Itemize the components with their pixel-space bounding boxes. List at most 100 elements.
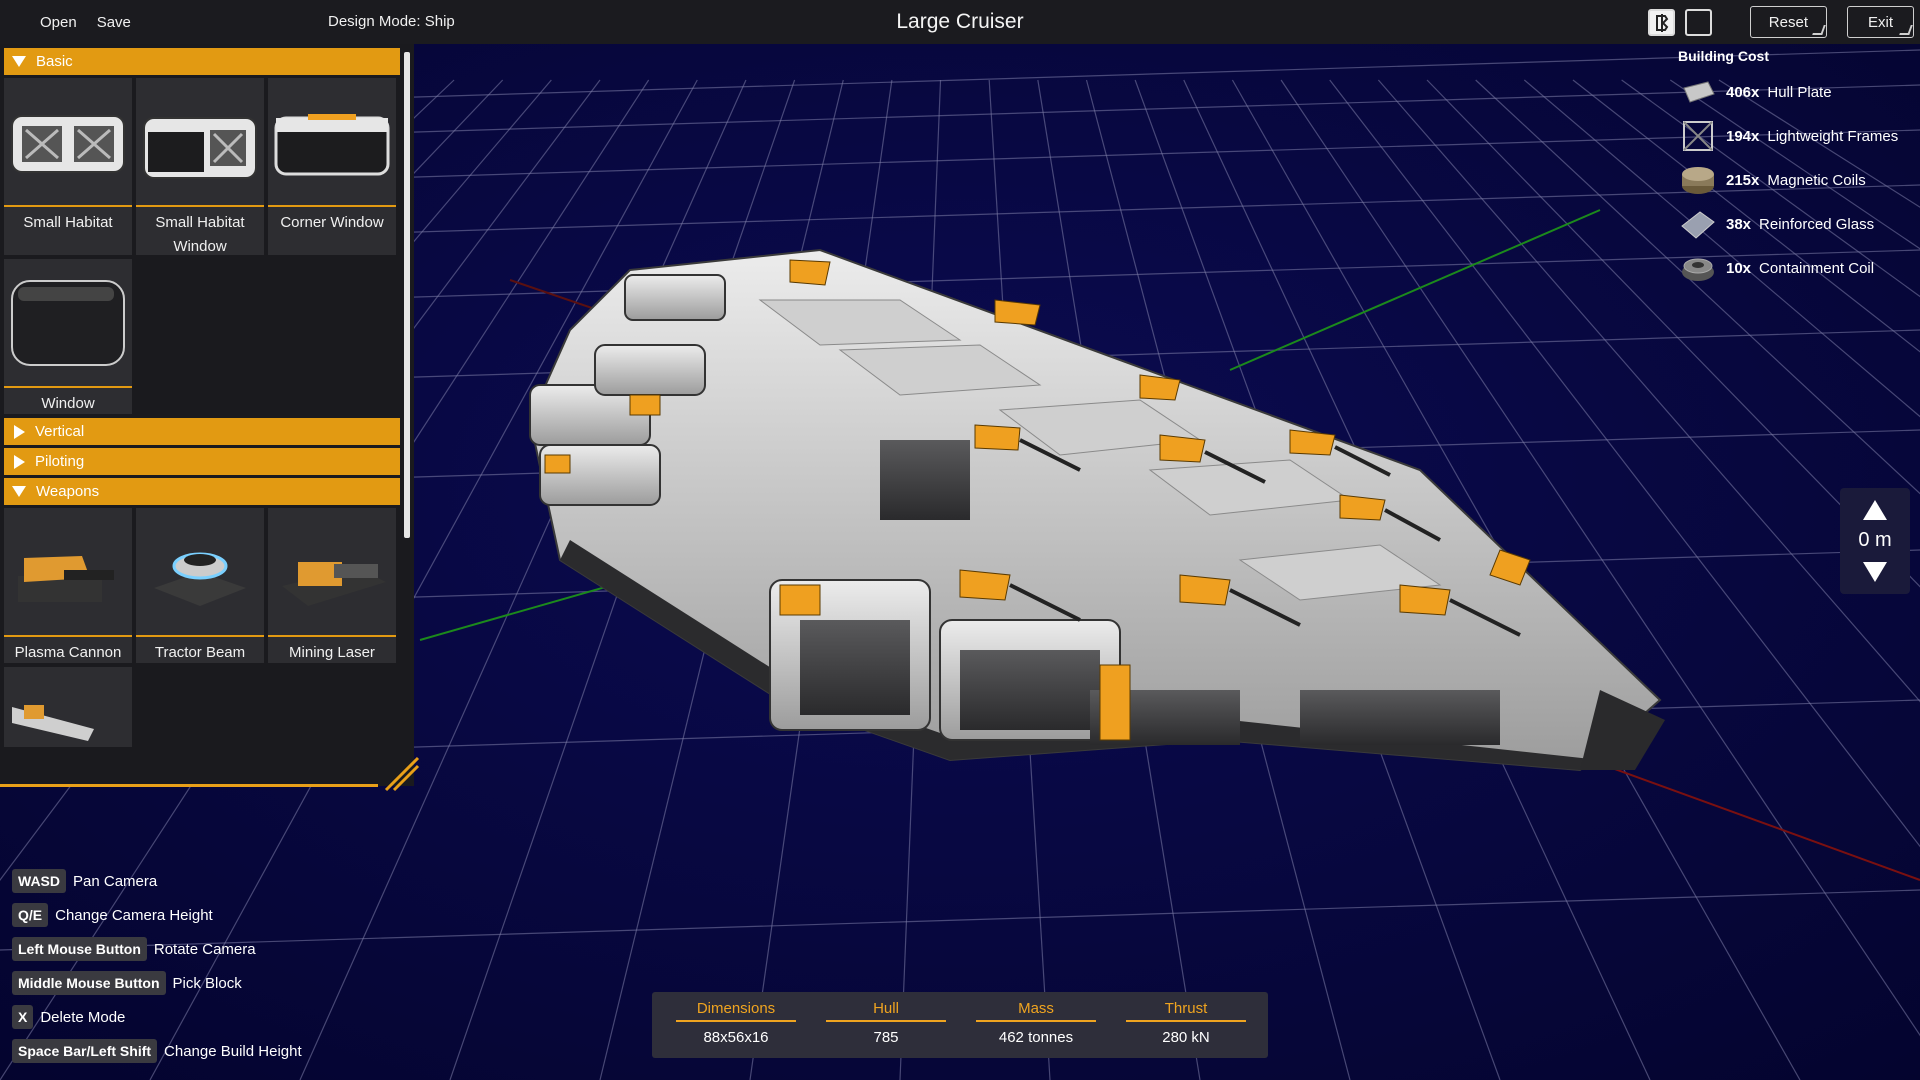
plasma-cannon-icon [18, 556, 114, 602]
cost-label: Hull Plate [1767, 83, 1832, 101]
ship-title: Large Cruiser [896, 10, 1024, 33]
glass-icon [1681, 211, 1715, 239]
block-name: Small Habitat [23, 214, 113, 231]
palette-scrollbar[interactable] [404, 52, 410, 538]
block-name: Window [41, 395, 95, 412]
help-desc: Pick Block [172, 974, 242, 992]
small-habitat-window-icon [143, 117, 257, 179]
key-label: Middle Mouse Button [12, 971, 166, 995]
stat-value: 280 kN [1162, 1029, 1210, 1046]
arrow-down-icon[interactable] [1862, 560, 1888, 584]
top-controls: Reset Exit [1647, 0, 1920, 44]
help-desc: Delete Mode [40, 1008, 126, 1026]
chevron-down-icon [12, 56, 26, 67]
stat-value: 785 [873, 1029, 899, 1046]
block-name: Corner Window [280, 214, 384, 231]
ship-stats-panel: Dimensions 88x56x16 Hull 785 Mass 462 tonne… [652, 992, 1268, 1058]
tractor-beam-icon [154, 552, 246, 606]
stat-label: Dimensions [676, 1000, 796, 1022]
cost-item: 10x Containment Coil [1678, 246, 1920, 290]
stat-label: Mass [976, 1000, 1096, 1022]
save-button[interactable]: Save [97, 14, 131, 31]
category-basic[interactable]: Basic [4, 48, 400, 75]
key-label: Space Bar/Left Shift [12, 1039, 158, 1063]
containment-coil-icon [1682, 258, 1714, 281]
top-bar: Open Save Design Mode: Ship Large Cruise… [0, 0, 1920, 44]
stat-value: 88x56x16 [703, 1029, 769, 1046]
block-partial[interactable] [4, 667, 132, 747]
block-palette-list[interactable]: Basic Small Habitat Small Habitat Window… [4, 48, 400, 748]
help-row: Space Bar/Left Shift Change Build Height [12, 1034, 302, 1068]
stat-label: Thrust [1126, 1000, 1246, 1022]
cost-item: 215x Magnetic Coils [1678, 158, 1920, 202]
build-height-control: 0 m [1840, 488, 1910, 594]
block-small-habitat-window[interactable]: Small Habitat Window [136, 78, 264, 255]
window-icon [11, 280, 125, 366]
controls-help: WASD Pan Camera Q/E Change Camera Height L… [12, 864, 302, 1068]
building-cost-panel: Building Cost 406x Hull Plate 194x Light… [1678, 48, 1920, 290]
cost-item: 38x Reinforced Glass [1678, 202, 1920, 246]
block-mining-laser[interactable]: Mining Laser [268, 508, 396, 663]
reset-button[interactable]: Reset [1749, 6, 1827, 38]
block-window[interactable]: Window [4, 259, 132, 414]
category-label: Basic [36, 53, 73, 70]
category-vertical[interactable]: Vertical [4, 418, 400, 445]
mining-laser-icon [282, 562, 386, 606]
block-tractor-beam[interactable]: Tractor Beam [136, 508, 264, 663]
design-mode-label: Design Mode: Ship [328, 13, 455, 30]
cost-qty: 406x [1726, 83, 1760, 101]
laser-turret-icon [12, 705, 94, 741]
cost-item: 194x Lightweight Frames [1678, 114, 1920, 158]
build-height-value: 0 m [1858, 529, 1892, 551]
arrow-up-icon[interactable] [1862, 498, 1888, 522]
block-palette: Basic Small Habitat Small Habitat Window… [0, 44, 420, 792]
block-plasma-cannon[interactable]: Plasma Cannon [4, 508, 132, 663]
frame-icon [1683, 121, 1713, 151]
cost-label: Containment Coil [1759, 259, 1875, 277]
help-desc: Change Build Height [164, 1042, 302, 1060]
block-name: Tractor Beam [154, 644, 246, 661]
key-label: X [12, 1005, 34, 1029]
exit-button[interactable]: Exit [1846, 6, 1914, 38]
resize-handle-icon[interactable] [384, 756, 420, 792]
stat-value: 462 tonnes [998, 1029, 1074, 1046]
key-label: Q/E [12, 903, 49, 927]
help-desc: Pan Camera [73, 872, 158, 890]
chevron-right-icon [14, 424, 25, 439]
cost-qty: 215x [1726, 171, 1760, 189]
cost-label: Magnetic Coils [1767, 171, 1866, 189]
open-button[interactable]: Open [40, 14, 77, 31]
category-label: Piloting [35, 453, 85, 470]
category-piloting[interactable]: Piloting [4, 448, 400, 475]
building-cost-heading: Building Cost [1678, 48, 1769, 64]
hull-plate-icon [1683, 81, 1715, 103]
stat-thrust: Thrust 280 kN [1126, 1000, 1246, 1046]
cost-item: 406x Hull Plate [1678, 70, 1920, 114]
block-small-habitat[interactable]: Small Habitat [4, 78, 132, 255]
block-name: Small Habitat Window [155, 214, 245, 255]
chevron-right-icon [14, 454, 25, 469]
key-label: Left Mouse Button [12, 937, 147, 961]
key-label: WASD [12, 869, 66, 893]
help-desc: Change Camera Height [55, 906, 213, 924]
block-name: Mining Laser [289, 644, 375, 661]
chevron-down-icon [12, 486, 26, 497]
stat-mass: Mass 462 tonnes [976, 1000, 1096, 1046]
help-desc: Rotate Camera [153, 940, 256, 958]
help-row: Middle Mouse Button Pick Block [12, 966, 302, 1000]
symmetry-none-icon[interactable] [1684, 8, 1712, 36]
symmetry-mirror-icon[interactable] [1647, 8, 1675, 36]
cost-label: Lightweight Frames [1767, 127, 1899, 145]
corner-window-icon [274, 114, 390, 176]
small-habitat-icon [11, 115, 125, 173]
block-corner-window[interactable]: Corner Window [268, 78, 396, 255]
help-row: Q/E Change Camera Height [12, 898, 302, 932]
stat-dimensions: Dimensions 88x56x16 [676, 1000, 796, 1046]
help-row: Left Mouse Button Rotate Camera [12, 932, 302, 966]
cost-qty: 10x [1726, 259, 1752, 277]
coil-icon [1682, 167, 1714, 194]
help-row: WASD Pan Camera [12, 864, 302, 898]
category-weapons[interactable]: Weapons [4, 478, 400, 505]
category-label: Weapons [36, 483, 100, 500]
block-name: Plasma Cannon [14, 644, 122, 661]
